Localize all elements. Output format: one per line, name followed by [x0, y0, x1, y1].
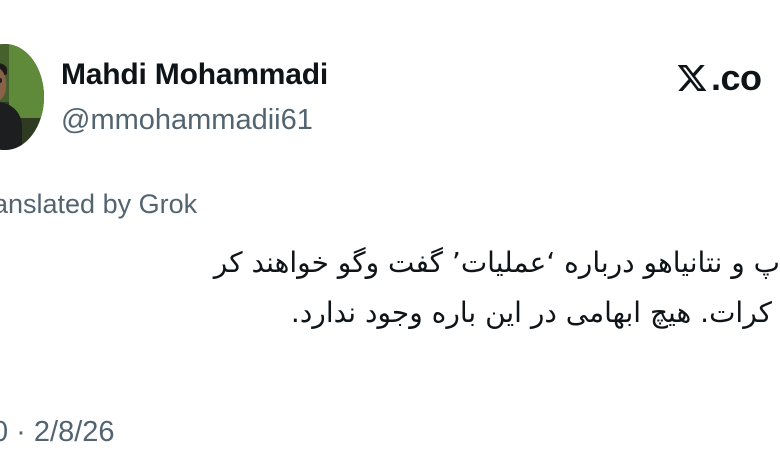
tweet-text-line-2: کرات. هیچ ابهامی در این باره وجود ندارد. [290, 296, 772, 329]
translated-by-label[interactable]: ranslated by Grok [0, 189, 197, 220]
author-name[interactable]: Mahdi Mohammadi [61, 58, 328, 92]
avatar[interactable] [0, 44, 44, 150]
tweet-timestamp[interactable]: 0 · 2/8/26 [0, 416, 115, 449]
tweet-text-line-1: پ و نتانیاهو درباره ‘عملیات’ گفت وگو خوا… [213, 246, 780, 279]
site-logo: .co [675, 60, 762, 96]
x-logo-icon [677, 65, 707, 91]
site-logo-text: .co [711, 57, 762, 98]
author-handle[interactable]: @mmohammadii61 [61, 104, 313, 137]
